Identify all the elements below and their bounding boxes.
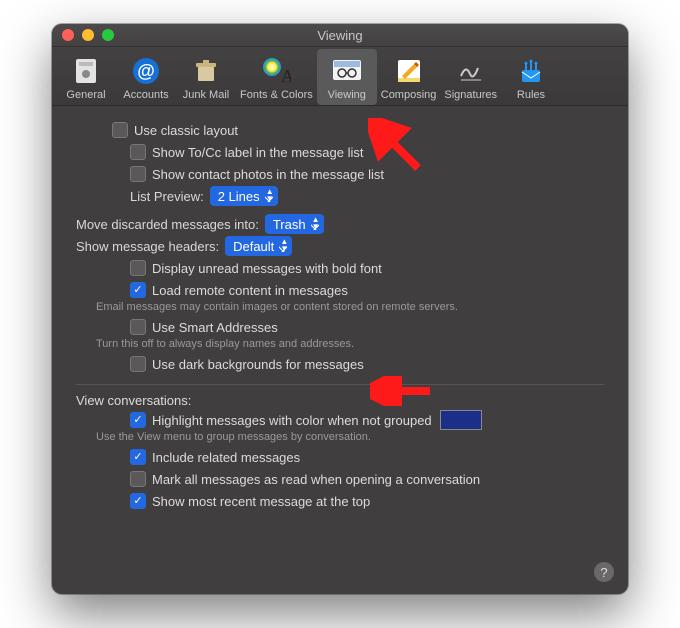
- checkbox-show-tocc[interactable]: [130, 144, 146, 160]
- row-classic-layout: Use classic layout: [76, 120, 604, 140]
- preferences-toolbar: General @ Accounts Junk Mail A Fonts & C…: [52, 47, 628, 106]
- tab-junk-mail[interactable]: Junk Mail: [176, 49, 236, 105]
- tab-general[interactable]: General: [56, 49, 116, 105]
- row-highlight: Highlight messages with color when not g…: [76, 410, 604, 430]
- checkbox-most-recent-top[interactable]: [130, 493, 146, 509]
- tab-label: Accounts: [123, 89, 168, 101]
- close-button[interactable]: [62, 29, 74, 41]
- label: Include related messages: [152, 450, 300, 465]
- tab-label: Signatures: [444, 89, 497, 101]
- label: Show To/Cc label in the message list: [152, 145, 363, 160]
- tab-label: Junk Mail: [183, 89, 229, 101]
- row-list-preview: List Preview: 2 Lines ▲▼: [76, 186, 604, 206]
- at-icon: @: [130, 55, 162, 87]
- row-show-headers: Show message headers: Default ▲▼: [76, 236, 604, 256]
- glasses-icon: [331, 55, 363, 87]
- tab-label: Composing: [381, 89, 437, 101]
- checkbox-smart-addresses[interactable]: [130, 319, 146, 335]
- checkbox-load-remote[interactable]: [130, 282, 146, 298]
- checkbox-classic-layout[interactable]: [112, 122, 128, 138]
- tab-viewing[interactable]: Viewing: [317, 49, 377, 105]
- tab-fonts-colors[interactable]: A Fonts & Colors: [236, 49, 317, 105]
- tab-label: General: [66, 89, 105, 101]
- gear-icon: [70, 55, 102, 87]
- label: Move discarded messages into:: [76, 217, 259, 232]
- window-title: Viewing: [52, 28, 628, 43]
- row-dark-backgrounds: Use dark backgrounds for messages: [76, 354, 604, 374]
- hint-highlight: Use the View menu to group messages by c…: [76, 431, 604, 443]
- tab-label: Viewing: [328, 89, 366, 101]
- checkbox-dark-backgrounds[interactable]: [130, 356, 146, 372]
- divider: [76, 384, 604, 385]
- tab-label: Fonts & Colors: [240, 89, 313, 101]
- checkbox-include-related[interactable]: [130, 449, 146, 465]
- titlebar: Viewing: [52, 24, 628, 47]
- hint-load-remote: Email messages may contain images or con…: [76, 301, 604, 313]
- row-most-recent-top: Show most recent message at the top: [76, 491, 604, 511]
- select-value: Default: [233, 239, 274, 254]
- label: Highlight messages with color when not g…: [152, 413, 432, 428]
- zoom-button[interactable]: [102, 29, 114, 41]
- window-controls: [52, 29, 114, 41]
- select-move-discarded[interactable]: Trash ▲▼: [265, 214, 324, 234]
- row-mark-all-read: Mark all messages as read when opening a…: [76, 469, 604, 489]
- svg-text:@: @: [137, 61, 155, 81]
- compose-icon: [393, 55, 425, 87]
- hint-smart-addresses: Turn this off to always display names an…: [76, 338, 604, 350]
- label: Mark all messages as read when opening a…: [152, 472, 480, 487]
- tab-rules[interactable]: Rules: [501, 49, 561, 105]
- svg-text:A: A: [281, 66, 291, 86]
- row-load-remote: Load remote content in messages: [76, 280, 604, 300]
- tab-composing[interactable]: Composing: [377, 49, 441, 105]
- checkbox-mark-all-read[interactable]: [130, 471, 146, 487]
- label: Show most recent message at the top: [152, 494, 370, 509]
- row-show-contact-photos: Show contact photos in the message list: [76, 164, 604, 184]
- row-display-bold: Display unread messages with bold font: [76, 258, 604, 278]
- checkbox-display-bold[interactable]: [130, 260, 146, 276]
- checkbox-highlight[interactable]: [130, 412, 146, 428]
- label-view-conversations: View conversations:: [76, 393, 604, 408]
- row-move-discarded: Move discarded messages into: Trash ▲▼: [76, 214, 604, 234]
- tab-signatures[interactable]: Signatures: [440, 49, 501, 105]
- select-list-preview[interactable]: 2 Lines ▲▼: [210, 186, 278, 206]
- row-include-related: Include related messages: [76, 447, 604, 467]
- label: Display unread messages with bold font: [152, 261, 382, 276]
- label: List Preview:: [130, 189, 204, 204]
- label: Use classic layout: [134, 123, 238, 138]
- tab-label: Rules: [517, 89, 545, 101]
- minimize-button[interactable]: [82, 29, 94, 41]
- label: Show contact photos in the message list: [152, 167, 384, 182]
- fonts-colors-icon: A: [260, 55, 292, 87]
- label: Show message headers:: [76, 239, 219, 254]
- label: Use dark backgrounds for messages: [152, 357, 364, 372]
- row-show-tocc: Show To/Cc label in the message list: [76, 142, 604, 162]
- rules-icon: [515, 55, 547, 87]
- signature-icon: [455, 55, 487, 87]
- label: Load remote content in messages: [152, 283, 348, 298]
- color-swatch[interactable]: [440, 410, 482, 430]
- row-smart-addresses: Use Smart Addresses: [76, 317, 604, 337]
- checkbox-show-contact-photos[interactable]: [130, 166, 146, 182]
- label: Use Smart Addresses: [152, 320, 278, 335]
- trash-icon: [190, 55, 222, 87]
- content-area: Use classic layout Show To/Cc label in t…: [52, 106, 628, 527]
- select-show-headers[interactable]: Default ▲▼: [225, 236, 292, 256]
- select-value: Trash: [273, 217, 306, 232]
- select-value: 2 Lines: [218, 189, 260, 204]
- help-button[interactable]: ?: [594, 562, 614, 582]
- tab-accounts[interactable]: @ Accounts: [116, 49, 176, 105]
- preferences-window: Viewing General @ Accounts Junk Mail: [52, 24, 628, 594]
